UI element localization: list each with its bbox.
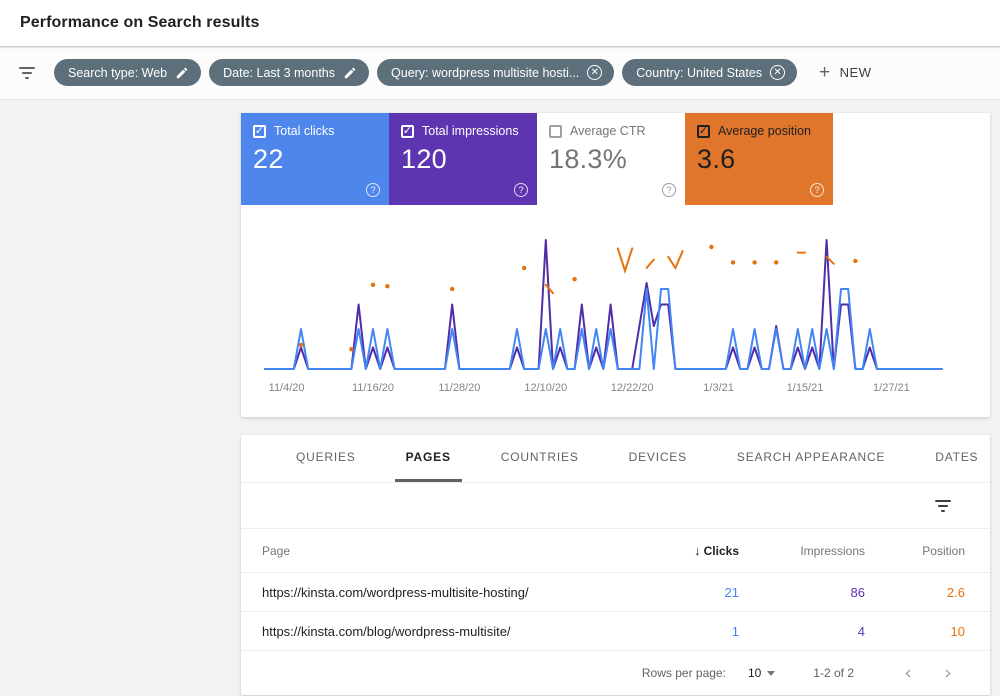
tab-queries[interactable]: QUERIES — [285, 435, 367, 482]
page-url[interactable]: https://kinsta.com/blog/wordpress-multis… — [241, 624, 629, 639]
chip-label: Date: Last 3 months — [223, 66, 335, 80]
svg-text:1/3/21: 1/3/21 — [703, 382, 734, 394]
help-icon[interactable]: ? — [662, 183, 676, 197]
metric-card-total-clicks[interactable]: ✓ Total clicks 22 ? — [241, 113, 389, 205]
tab-countries[interactable]: COUNTRIES — [490, 435, 590, 482]
clicks-value: 1 — [629, 624, 739, 639]
dimensions-table-card: QUERIES PAGES COUNTRIES DEVICES SEARCH A… — [241, 435, 990, 695]
metric-card-total-impressions[interactable]: ✓ Total impressions 120 ? — [389, 113, 537, 205]
help-icon[interactable]: ? — [514, 183, 528, 197]
dimension-tabs: QUERIES PAGES COUNTRIES DEVICES SEARCH A… — [241, 435, 990, 483]
app-header: Performance on Search results — [0, 0, 1000, 46]
tab-dates[interactable]: DATES — [924, 435, 989, 482]
pagination-range: 1-2 of 2 — [813, 666, 854, 680]
remove-filter-icon[interactable]: ✕ — [587, 65, 602, 80]
average-ctr-checkbox[interactable]: ✓ — [549, 125, 562, 138]
page-url[interactable]: https://kinsta.com/wordpress-multisite-h… — [241, 585, 629, 600]
metric-label: Total clicks — [274, 124, 334, 138]
position-value: 10 — [865, 624, 965, 639]
metric-value: 18.3% — [549, 144, 673, 175]
page-title: Performance on Search results — [20, 14, 259, 32]
svg-text:12/10/20: 12/10/20 — [524, 382, 567, 394]
total-clicks-checkbox[interactable]: ✓ — [253, 125, 266, 138]
column-header-page[interactable]: Page — [241, 544, 629, 558]
svg-text:11/28/20: 11/28/20 — [438, 382, 480, 394]
metric-label: Total impressions — [422, 124, 519, 138]
impressions-value: 86 — [739, 585, 865, 600]
clicks-value: 21 — [629, 585, 739, 600]
svg-text:11/4/20: 11/4/20 — [269, 382, 305, 394]
help-icon[interactable]: ? — [810, 183, 824, 197]
svg-text:1/15/21: 1/15/21 — [787, 382, 824, 394]
rows-per-page-label: Rows per page: — [642, 666, 726, 680]
column-header-clicks[interactable]: ↓Clicks — [629, 543, 739, 558]
tab-search-appearance[interactable]: SEARCH APPEARANCE — [726, 435, 896, 482]
svg-text:1/27/21: 1/27/21 — [873, 382, 910, 394]
metric-banner: ✓ Total clicks 22 ? ✓ Total impressions … — [241, 113, 990, 205]
chip-label: Search type: Web — [68, 66, 167, 80]
metric-value: 22 — [253, 144, 377, 175]
table-header-row: Page ↓Clicks Impressions Position — [241, 529, 990, 573]
chip-label: Country: United States — [636, 66, 762, 80]
remove-filter-icon[interactable]: ✕ — [770, 65, 785, 80]
performance-chart-svg: 11/4/20 11/16/20 11/28/20 12/10/20 12/22/20 1… — [245, 219, 985, 399]
impressions-value: 4 — [739, 624, 865, 639]
table-row[interactable]: https://kinsta.com/blog/wordpress-multis… — [241, 612, 990, 651]
performance-chart[interactable]: 11/4/20 11/16/20 11/28/20 12/10/20 12/22/20 1… — [241, 205, 990, 417]
table-filter-icon[interactable] — [934, 499, 952, 513]
metric-card-average-position[interactable]: ✓ Average position 3.6 ? — [685, 113, 833, 205]
rows-per-page-select[interactable]: 10 — [748, 666, 761, 680]
caret-down-icon[interactable] — [767, 671, 775, 676]
plus-icon: + — [819, 63, 831, 82]
metric-value: 3.6 — [697, 144, 821, 175]
column-header-position[interactable]: Position — [865, 544, 965, 558]
metric-label: Average position — [718, 124, 811, 138]
svg-text:11/16/20: 11/16/20 — [352, 382, 394, 394]
edit-pencil-icon[interactable] — [343, 66, 357, 80]
total-impressions-checkbox[interactable]: ✓ — [401, 125, 414, 138]
chip-country-filter[interactable]: Country: United States ✕ — [622, 59, 797, 86]
metric-card-average-ctr[interactable]: ✓ Average CTR 18.3% ? — [537, 113, 685, 205]
chip-search-type[interactable]: Search type: Web — [54, 59, 201, 86]
metric-value: 120 — [401, 144, 525, 175]
table-filter-row — [241, 483, 990, 529]
help-icon[interactable]: ? — [366, 183, 380, 197]
tab-pages[interactable]: PAGES — [395, 435, 462, 482]
chip-date-range[interactable]: Date: Last 3 months — [209, 59, 369, 86]
table-pagination: Rows per page: 10 1-2 of 2 ‹ › — [241, 651, 990, 695]
main-content: ✓ Total clicks 22 ? ✓ Total impressions … — [0, 100, 1000, 695]
performance-chart-card: ✓ Total clicks 22 ? ✓ Total impressions … — [241, 113, 990, 417]
svg-text:12/22/20: 12/22/20 — [611, 382, 654, 394]
metric-label: Average CTR — [570, 124, 646, 138]
column-header-impressions[interactable]: Impressions — [739, 544, 865, 558]
filter-list-icon[interactable] — [18, 66, 36, 80]
chip-label: Query: wordpress multisite hosti... — [391, 66, 579, 80]
sort-desc-icon: ↓ — [694, 543, 701, 558]
average-position-checkbox[interactable]: ✓ — [697, 125, 710, 138]
edit-pencil-icon[interactable] — [175, 66, 189, 80]
table-row[interactable]: https://kinsta.com/wordpress-multisite-h… — [241, 573, 990, 612]
chevron-right-icon[interactable]: › — [928, 662, 968, 684]
chip-query-filter[interactable]: Query: wordpress multisite hosti... ✕ — [377, 59, 614, 86]
new-filter-button[interactable]: + NEW — [819, 63, 871, 82]
position-value: 2.6 — [865, 585, 965, 600]
chevron-left-icon[interactable]: ‹ — [888, 662, 928, 684]
filter-bar: Search type: Web Date: Last 3 months Que… — [0, 46, 1000, 100]
tab-devices[interactable]: DEVICES — [618, 435, 698, 482]
